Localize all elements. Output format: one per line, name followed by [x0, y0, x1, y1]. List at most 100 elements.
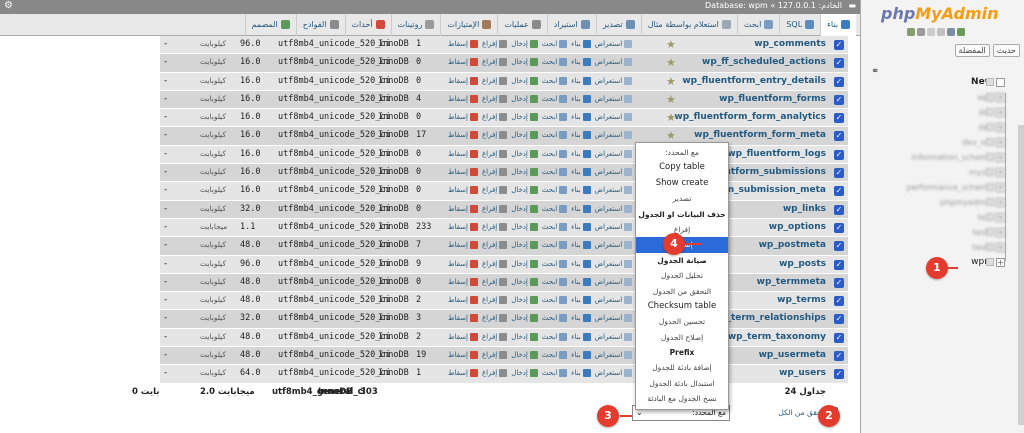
row-action-5[interactable]: إسقاط	[448, 204, 478, 213]
menu-item-16[interactable]: نسخ الجدول مع البادئة	[636, 391, 728, 406]
row-action-5[interactable]: إسقاط	[448, 259, 478, 268]
docs-icon[interactable]	[927, 28, 935, 36]
row-action-1[interactable]: بناء	[571, 277, 591, 286]
row-checkbox[interactable]: ✓	[834, 40, 844, 50]
menu-item-12[interactable]: إصلاح الجدول	[636, 330, 728, 345]
row-action-4[interactable]: إفراغ	[482, 259, 508, 268]
tab-8[interactable]: روتينات	[390, 13, 441, 36]
row-checkbox[interactable]: ✓	[834, 351, 844, 362]
row-checkbox[interactable]: ✓	[834, 186, 844, 197]
row-action-5[interactable]: إسقاط	[448, 149, 478, 158]
row-action-4[interactable]: إفراغ	[482, 222, 508, 231]
menu-item-0[interactable]: مع المحدد:	[636, 145, 728, 160]
menu-item-2[interactable]: Show create	[636, 176, 728, 191]
favorite-star-icon[interactable]: ★	[666, 56, 676, 69]
db-tree-item[interactable]: wp_+	[861, 90, 1021, 105]
row-action-3[interactable]: إدخال	[511, 186, 538, 195]
row-action-5[interactable]: إسقاط	[448, 351, 478, 360]
row-action-1[interactable]: بناء	[571, 149, 591, 158]
row-action-5[interactable]: إسقاط	[448, 222, 478, 231]
table-name-link[interactable]: wp_fluentform_forms	[719, 94, 826, 104]
db-tree-item[interactable]: test+	[861, 210, 1021, 225]
row-checkbox[interactable]: ✓	[834, 58, 844, 69]
row-action-3[interactable]: إدخال	[511, 296, 538, 305]
expand-icon[interactable]: +	[996, 138, 1005, 147]
expand-icon[interactable]: +	[996, 93, 1005, 102]
row-action-5[interactable]: إسقاط	[448, 76, 478, 85]
expand-icon[interactable]: +	[996, 183, 1005, 192]
row-action-5[interactable]: إسقاط	[448, 58, 478, 67]
row-action-1[interactable]: بناء	[571, 186, 591, 195]
row-action-2[interactable]: ابحث	[542, 351, 568, 360]
table-name-link[interactable]: wp_postmeta	[759, 240, 826, 250]
expand-icon[interactable]: +	[996, 228, 1005, 237]
row-action-2[interactable]: ابحث	[542, 314, 568, 323]
row-checkbox[interactable]: ✓	[834, 332, 844, 343]
row-action-1[interactable]: بناء	[571, 58, 591, 67]
row-action-4[interactable]: إفراغ	[482, 277, 508, 286]
db-tree-item[interactable]: performance_schema +	[861, 180, 1021, 195]
row-action-0[interactable]: استعراض	[595, 259, 633, 268]
row-action-0[interactable]: استعراض	[595, 296, 633, 305]
recent-button[interactable]: حديث	[992, 44, 1020, 57]
row-action-5[interactable]: إسقاط	[448, 369, 478, 378]
row-action-5[interactable]: إسقاط	[448, 40, 478, 48]
row-action-0[interactable]: استعراض	[595, 113, 633, 122]
tab-5[interactable]: استيراد	[546, 13, 596, 36]
row-action-5[interactable]: إسقاط	[448, 186, 478, 195]
row-action-1[interactable]: بناء	[571, 332, 591, 341]
row-action-0[interactable]: استعراض	[595, 149, 633, 158]
menu-item-9[interactable]: التحقق من الجدول	[636, 284, 728, 299]
row-action-0[interactable]: استعراض	[595, 204, 633, 213]
row-action-4[interactable]: إفراغ	[482, 186, 508, 195]
row-action-1[interactable]: بناء	[571, 204, 591, 213]
row-action-3[interactable]: إدخال	[511, 241, 538, 250]
gear-icon[interactable]: ⚙	[4, 0, 13, 11]
row-action-0[interactable]: استعراض	[595, 76, 633, 85]
table-name-link[interactable]: wp_termmeta	[757, 277, 826, 287]
menu-item-10[interactable]: Checksum table	[636, 299, 728, 314]
row-action-3[interactable]: إدخال	[511, 168, 538, 177]
tab-3[interactable]: استعلام بواسطة مثال	[640, 13, 737, 36]
favorite-star-icon[interactable]: ★	[666, 75, 676, 88]
row-action-5[interactable]: إسقاط	[448, 241, 478, 250]
menu-item-1[interactable]: Copy table	[636, 160, 728, 175]
db-tree-item[interactable]: information_schema +	[861, 150, 1021, 165]
row-action-1[interactable]: بناء	[571, 351, 591, 360]
row-checkbox[interactable]: ✓	[834, 369, 844, 380]
row-action-1[interactable]: بناء	[571, 259, 591, 268]
tab-6[interactable]: عمليات	[497, 13, 546, 36]
row-action-1[interactable]: بناء	[571, 40, 591, 48]
row-action-2[interactable]: ابحث	[542, 204, 568, 213]
row-action-1[interactable]: بناء	[571, 113, 591, 122]
row-action-2[interactable]: ابحث	[542, 277, 568, 286]
menu-item-15[interactable]: استبدال بادئة الجدول	[636, 376, 728, 391]
row-action-5[interactable]: إسقاط	[448, 94, 478, 103]
row-action-0[interactable]: استعراض	[595, 168, 633, 177]
table-name-link[interactable]: wp_fluentform_entry_details	[682, 76, 826, 86]
expand-icon[interactable]: +	[996, 168, 1005, 177]
row-action-0[interactable]: استعراض	[595, 222, 633, 231]
menu-item-8[interactable]: تحليل الجدول	[636, 268, 728, 283]
row-action-3[interactable]: إدخال	[511, 351, 538, 360]
row-checkbox[interactable]: ✓	[834, 296, 844, 307]
row-action-4[interactable]: إفراغ	[482, 58, 508, 67]
nav-scrollbar[interactable]	[1018, 125, 1024, 425]
exit-icon[interactable]	[917, 28, 925, 36]
row-action-2[interactable]: ابحث	[542, 113, 568, 122]
db-tree-item[interactable]: New	[861, 75, 1021, 90]
row-action-1[interactable]: بناء	[571, 241, 591, 250]
expand-icon[interactable]: +	[996, 213, 1005, 222]
row-action-0[interactable]: استعراض	[595, 332, 633, 341]
table-name-link[interactable]: wp_fluentform_logs	[727, 149, 826, 159]
row-action-3[interactable]: إدخال	[511, 332, 538, 341]
db-tree-item[interactable]: dev+	[861, 120, 1021, 135]
row-action-0[interactable]: استعراض	[595, 40, 633, 48]
row-action-0[interactable]: استعراض	[595, 351, 633, 360]
expand-icon[interactable]	[996, 78, 1005, 87]
row-action-4[interactable]: إفراغ	[482, 204, 508, 213]
table-name-link[interactable]: wp_posts	[779, 259, 826, 269]
row-action-2[interactable]: ابحث	[542, 58, 568, 67]
expand-icon[interactable]: +	[996, 153, 1005, 162]
row-action-4[interactable]: إفراغ	[482, 94, 508, 103]
